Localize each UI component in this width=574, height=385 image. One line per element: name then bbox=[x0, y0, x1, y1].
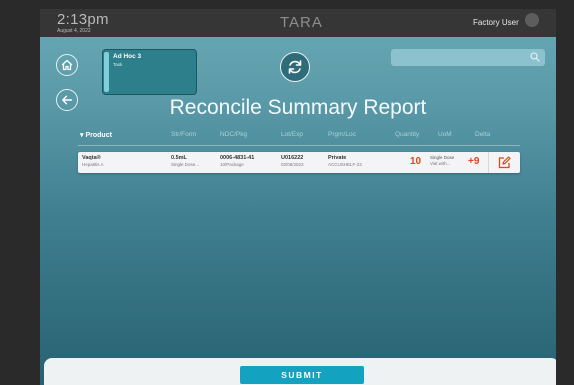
task-card[interactable]: Ad Hoc 3 Task bbox=[102, 49, 197, 95]
column-header-product-label: Product bbox=[85, 132, 112, 139]
task-subtitle: Task bbox=[113, 62, 123, 67]
home-button[interactable] bbox=[56, 54, 78, 76]
product-description: Hepatitis A bbox=[82, 162, 104, 167]
sync-button[interactable] bbox=[280, 52, 310, 82]
quantity-value: 10 bbox=[410, 156, 422, 167]
program-value: Private bbox=[328, 155, 347, 161]
edit-icon bbox=[498, 156, 511, 169]
task-card-accent bbox=[104, 52, 109, 92]
header-divider bbox=[78, 145, 520, 146]
lot-value: U016222 bbox=[281, 155, 304, 161]
task-title: Ad Hoc 3 bbox=[113, 53, 142, 60]
column-header-product[interactable]: ▾ Product bbox=[80, 131, 112, 143]
column-header-program-location[interactable]: Prgm/Loc bbox=[328, 131, 356, 143]
uom-detail: Vial with... bbox=[430, 161, 451, 166]
location-value: ACCUSHELF-23 bbox=[328, 162, 362, 167]
column-header-delta[interactable]: Delta bbox=[475, 131, 490, 143]
column-header-strength-form[interactable]: Str/Form bbox=[171, 131, 196, 143]
sort-down-icon: ▾ bbox=[80, 132, 84, 139]
column-header-quantity[interactable]: Quantity bbox=[395, 131, 419, 143]
search-input[interactable] bbox=[391, 49, 545, 66]
app-brand: TARA bbox=[280, 14, 323, 31]
form-value: Single Dose... bbox=[171, 162, 200, 167]
strength-value: 0.5mL bbox=[171, 155, 187, 161]
cell-uom: Single Dose Vial with... bbox=[430, 155, 454, 167]
cell-product: Vaqta® Hepatitis A bbox=[82, 155, 104, 168]
cell-ndc-pkg: 0006-4831-41 10/Package bbox=[220, 155, 254, 168]
footer-bar: SUBMIT bbox=[44, 358, 556, 385]
refresh-icon bbox=[288, 60, 302, 74]
app-window: 2:13pm August 4, 2022 TARA Factory User … bbox=[40, 9, 556, 385]
user-name[interactable]: Factory User bbox=[473, 18, 519, 27]
cell-program-location: Private ACCUSHELF-23 bbox=[328, 155, 362, 168]
search-icon[interactable] bbox=[530, 52, 540, 62]
cell-strength-form: 0.5mL Single Dose... bbox=[171, 155, 199, 168]
cell-lot-exp: U016222 02/08/2023 bbox=[281, 155, 304, 168]
column-header-uom[interactable]: UoM bbox=[438, 131, 452, 143]
table-row[interactable]: Vaqta® Hepatitis A 0.5mL Single Dose... … bbox=[78, 152, 520, 173]
page-title: Reconcile Summary Report bbox=[169, 96, 427, 119]
clock-time: 2:13pm bbox=[57, 11, 109, 28]
delta-value: +9 bbox=[468, 156, 480, 167]
column-header-ndc-pkg[interactable]: NDC/Pkg bbox=[220, 131, 247, 143]
top-bar: 2:13pm August 4, 2022 TARA Factory User bbox=[40, 9, 556, 37]
product-name: Vaqta® bbox=[82, 155, 101, 161]
pkg-value: 10/Package bbox=[220, 162, 244, 167]
edit-button[interactable] bbox=[488, 152, 521, 173]
column-header-lot-exp[interactable]: Lot/Exp bbox=[281, 131, 303, 143]
submit-button[interactable]: SUBMIT bbox=[240, 366, 364, 384]
clock-date: August 4, 2022 bbox=[57, 28, 91, 34]
exp-value: 02/08/2023 bbox=[281, 162, 304, 167]
home-icon bbox=[61, 59, 73, 71]
avatar[interactable] bbox=[525, 13, 539, 27]
ndc-value: 0006-4831-41 bbox=[220, 155, 255, 161]
